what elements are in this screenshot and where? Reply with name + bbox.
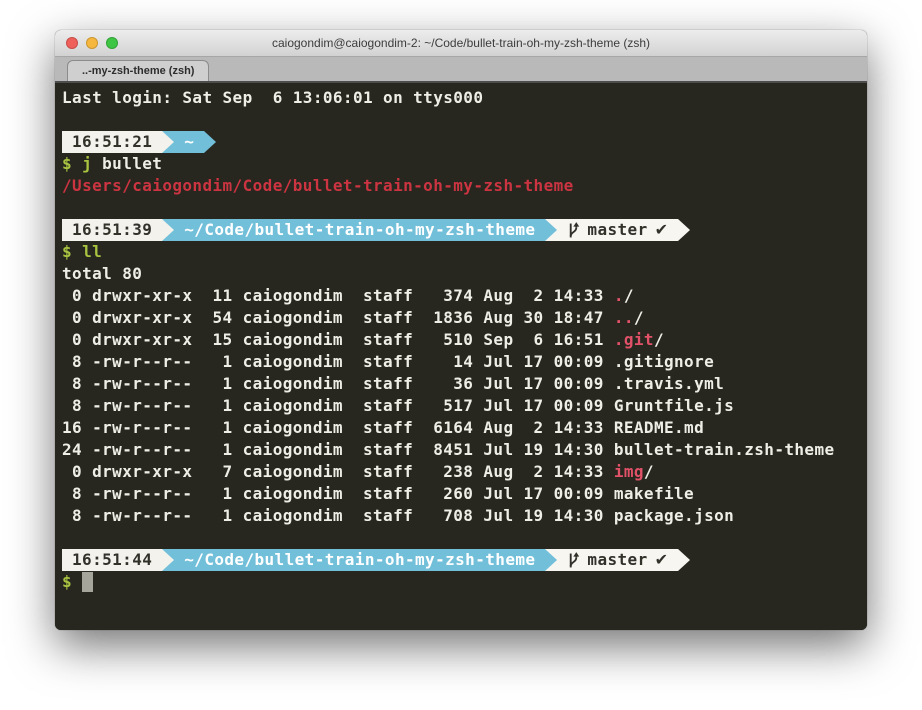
close-button[interactable] xyxy=(66,37,78,49)
git-branch-name: master xyxy=(587,549,647,571)
terminal-text: Last login: Sat Sep 6 13:06:01 on ttys00… xyxy=(62,88,483,107)
terminal-text: Gruntfile.js xyxy=(614,396,734,415)
terminal-line: 0 drwxr-xr-x 7 caiogondim staff 238 Aug … xyxy=(62,461,860,483)
terminal-text: bullet-train.zsh-theme xyxy=(614,440,835,459)
prompt-time-segment: 16:51:21 xyxy=(62,131,162,153)
powerline-arrow-icon xyxy=(162,219,174,241)
terminal-text: 8 -rw-r--r-- 1 caiogondim staff 36 Jul 1… xyxy=(62,374,614,393)
terminal-text: .travis.yml xyxy=(614,374,724,393)
terminal-line: 8 -rw-r--r-- 1 caiogondim staff 36 Jul 1… xyxy=(62,373,860,395)
terminal-line: 0 drwxr-xr-x 11 caiogondim staff 374 Aug… xyxy=(62,285,860,307)
terminal-line: 8 -rw-r--r-- 1 caiogondim staff 708 Jul … xyxy=(62,505,860,527)
terminal-line: 24 -rw-r--r-- 1 caiogondim staff 8451 Ju… xyxy=(62,439,860,461)
terminal-line: $ ll xyxy=(62,241,860,263)
powerline-arrow-icon xyxy=(162,131,174,153)
prompt-line: 16:51:21 ~ xyxy=(62,131,860,153)
git-branch-name: master xyxy=(587,219,647,241)
tab-zsh[interactable]: ..-my-zsh-theme (zsh) xyxy=(67,60,209,81)
tab-label: ..-my-zsh-theme (zsh) xyxy=(82,65,194,77)
terminal-text: 8 -rw-r--r-- 1 caiogondim staff 708 Jul … xyxy=(62,506,614,525)
terminal-text: 0 drwxr-xr-x 54 caiogondim staff 1836 Au… xyxy=(62,308,614,327)
git-segment-content: master ✔ xyxy=(567,549,668,571)
git-branch-icon xyxy=(567,552,580,569)
terminal-line: 8 -rw-r--r-- 1 caiogondim staff 517 Jul … xyxy=(62,395,860,417)
blank-line xyxy=(62,527,860,549)
prompt-git-segment: master ✔ xyxy=(557,549,678,571)
directory-name: img xyxy=(614,462,644,481)
terminal-text: 0 drwxr-xr-x 15 caiogondim staff 510 Sep… xyxy=(62,330,614,349)
terminal-text: bullet xyxy=(102,154,162,173)
powerline-arrow-icon xyxy=(545,219,557,241)
prompt-time-segment: 16:51:39 xyxy=(62,219,162,241)
terminal-screen[interactable]: Last login: Sat Sep 6 13:06:01 on ttys00… xyxy=(55,83,867,630)
terminal-window: caiogondim@caiogondim-2: ~/Code/bullet-t… xyxy=(55,30,867,630)
terminal-text: total 80 xyxy=(62,264,142,283)
terminal-text: $ xyxy=(62,572,82,591)
zoom-button[interactable] xyxy=(106,37,118,49)
terminal-text: package.json xyxy=(614,506,734,525)
terminal-line: $ xyxy=(62,571,860,593)
terminal-text: / xyxy=(644,462,654,481)
directory-name: . xyxy=(614,286,624,305)
powerline-arrow-icon xyxy=(545,549,557,571)
terminal-line: total 80 xyxy=(62,263,860,285)
terminal-text: README.md xyxy=(614,418,704,437)
prompt-line: 16:51:44 ~/Code/bullet-train-oh-my-zsh-th… xyxy=(62,549,860,571)
terminal-line: /Users/caiogondim/Code/bullet-train-oh-m… xyxy=(62,175,860,197)
terminal-text: 16 -rw-r--r-- 1 caiogondim staff 6164 Au… xyxy=(62,418,614,437)
window-titlebar[interactable]: caiogondim@caiogondim-2: ~/Code/bullet-t… xyxy=(55,30,867,57)
prompt-path-segment: ~/Code/bullet-train-oh-my-zsh-theme xyxy=(174,549,545,571)
prompt-time-segment: 16:51:44 xyxy=(62,549,162,571)
powerline-arrow-icon xyxy=(162,549,174,571)
minimize-button[interactable] xyxy=(86,37,98,49)
terminal-text: / xyxy=(654,330,664,349)
tab-bar: ..-my-zsh-theme (zsh) xyxy=(55,57,867,83)
terminal-text: 8 -rw-r--r-- 1 caiogondim staff 14 Jul 1… xyxy=(62,352,614,371)
prompt-path-segment: ~/Code/bullet-train-oh-my-zsh-theme xyxy=(174,219,545,241)
terminal-line: 0 drwxr-xr-x 54 caiogondim staff 1836 Au… xyxy=(62,307,860,329)
blank-line xyxy=(62,109,860,131)
powerline-arrow-icon xyxy=(678,219,690,241)
git-branch-icon xyxy=(567,222,580,239)
terminal-text: / xyxy=(624,286,634,305)
terminal-line: 8 -rw-r--r-- 1 caiogondim staff 260 Jul … xyxy=(62,483,860,505)
terminal-text: 0 drwxr-xr-x 11 caiogondim staff 374 Aug… xyxy=(62,286,614,305)
terminal-text: / xyxy=(634,308,644,327)
terminal-text: 24 -rw-r--r-- 1 caiogondim staff 8451 Ju… xyxy=(62,440,614,459)
git-clean-check-icon: ✔ xyxy=(655,549,669,571)
terminal-text: 0 drwxr-xr-x 7 caiogondim staff 238 Aug … xyxy=(62,462,614,481)
git-clean-check-icon: ✔ xyxy=(655,219,669,241)
terminal-line: $ j bullet xyxy=(62,153,860,175)
terminal-text: $ j xyxy=(62,154,102,173)
directory-name: .git xyxy=(614,330,654,349)
directory-name: .. xyxy=(614,308,634,327)
prompt-git-segment: master ✔ xyxy=(557,219,678,241)
prompt-path-segment: ~ xyxy=(174,131,204,153)
terminal-text: 8 -rw-r--r-- 1 caiogondim staff 260 Jul … xyxy=(62,484,614,503)
blank-line xyxy=(62,197,860,219)
terminal-text: 8 -rw-r--r-- 1 caiogondim staff 517 Jul … xyxy=(62,396,614,415)
cursor-block xyxy=(82,572,93,592)
traffic-lights xyxy=(66,37,118,49)
terminal-text: /Users/caiogondim/Code/bullet-train-oh-m… xyxy=(62,176,574,195)
terminal-text: makefile xyxy=(614,484,694,503)
powerline-arrow-icon xyxy=(678,549,690,571)
powerline-arrow-icon xyxy=(204,131,216,153)
terminal-text: .gitignore xyxy=(614,352,714,371)
terminal-line: 0 drwxr-xr-x 15 caiogondim staff 510 Sep… xyxy=(62,329,860,351)
terminal-text: $ ll xyxy=(62,242,102,261)
terminal-line: Last login: Sat Sep 6 13:06:01 on ttys00… xyxy=(62,87,860,109)
prompt-line: 16:51:39 ~/Code/bullet-train-oh-my-zsh-th… xyxy=(62,219,860,241)
terminal-line: 8 -rw-r--r-- 1 caiogondim staff 14 Jul 1… xyxy=(62,351,860,373)
window-title: caiogondim@caiogondim-2: ~/Code/bullet-t… xyxy=(272,36,650,50)
git-segment-content: master ✔ xyxy=(567,219,668,241)
terminal-line: 16 -rw-r--r-- 1 caiogondim staff 6164 Au… xyxy=(62,417,860,439)
